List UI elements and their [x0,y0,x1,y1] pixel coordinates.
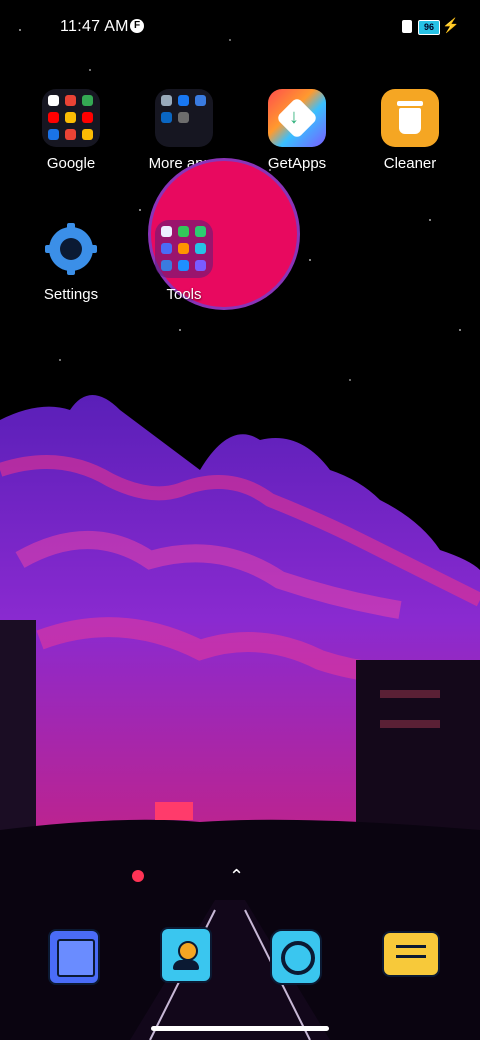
sim-icon [402,20,412,33]
app-settings[interactable]: Settings [16,220,126,303]
battery-icon: 96 [418,20,440,35]
app-cleaner[interactable]: Cleaner [355,89,465,172]
browser-icon[interactable] [270,929,322,985]
app-label: Settings [43,286,99,303]
app-label: Google [46,155,96,172]
app-label: Cleaner [383,155,437,172]
messages-icon[interactable] [382,931,440,977]
status-bar: 11:47 AM F 96 ⚡ [0,0,480,56]
getapps-icon: ↓ [268,89,326,147]
app-google-folder[interactable]: Google [16,89,126,172]
clock: 11:47 AM [60,18,129,35]
google-folder-icon [42,89,100,147]
tablet-icon[interactable] [48,929,100,985]
tools-folder-icon [155,220,213,278]
app-label: Tools [166,286,202,303]
trash-icon [381,89,439,147]
gear-icon [42,220,100,278]
more-apps-folder-icon [155,89,213,147]
charging-bolt-icon: ⚡ [442,17,460,33]
chevron-up-icon[interactable]: ⌃ [229,866,244,887]
app-getapps[interactable]: ↓ GetApps [242,89,352,172]
contacts-icon[interactable] [160,927,212,983]
notification-badge-icon: F [130,19,144,33]
app-tools-folder[interactable]: Tools [129,220,239,303]
gesture-nav-bar[interactable] [151,1026,329,1031]
